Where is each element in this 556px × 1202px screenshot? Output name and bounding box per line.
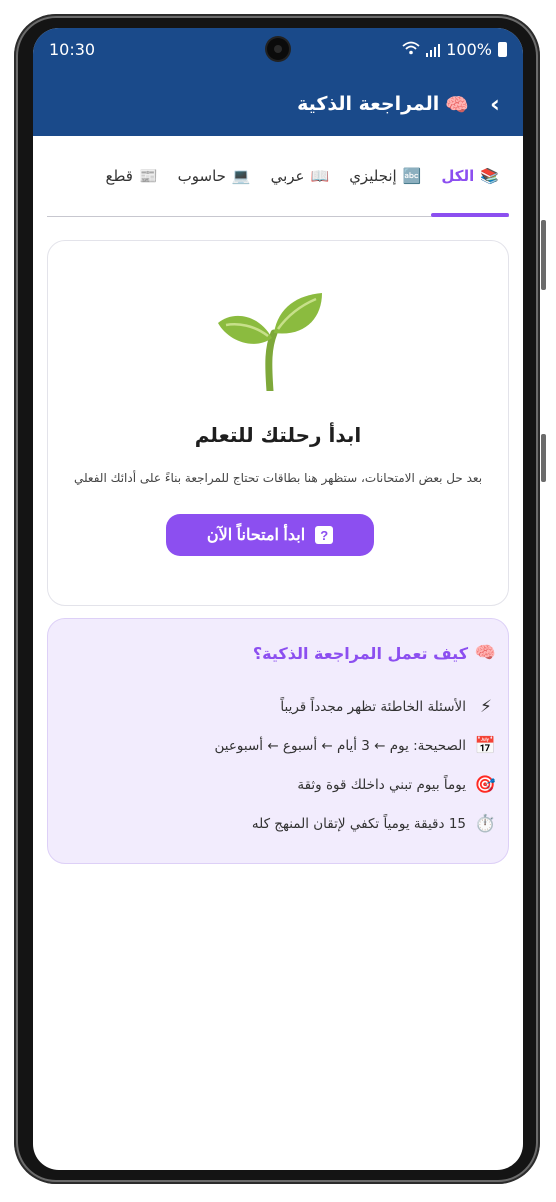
start-exam-button[interactable]: ? ابدأ امتحاناً الآن [166,514,374,556]
list-item-text: يوماً بيوم تبني داخلك قوة وثقة [297,776,466,793]
calendar-icon: 📅 [474,735,496,756]
page-title-text: المراجعة الذكية [297,93,440,115]
title-bar: › 🧠 المراجعة الذكية [33,84,523,124]
list-item-text: الصحيحة: يوم ← 3 أيام ← أسبوع ← أسبوعين [214,737,466,754]
abc-icon: 🔤 [402,167,422,185]
books-icon: 📚 [480,167,499,185]
tab-arabic-label: عربي [270,167,305,185]
empty-state-heading: ابدأ رحلتك للتعلم [194,423,362,447]
list-item: ⚡ الأسئلة الخاطئة تظهر مجدداً قريباً [60,687,496,726]
front-camera [267,38,289,60]
app-bar: 10:30 100% › 🧠 المراجعة الذكية [33,28,523,136]
battery-icon [498,42,507,57]
status-icons: 100% [402,40,507,59]
status-time: 10:30 [49,40,96,59]
lightning-icon: ⚡ [480,696,492,717]
how-it-works-list: ⚡ الأسئلة الخاطئة تظهر مجدداً قريباً 📅 ا… [60,687,496,843]
tab-computer[interactable]: 💻 حاسوب [168,136,261,216]
battery-percent: 100% [446,40,492,59]
volume-button [541,220,546,290]
newspaper-icon: 📰 [138,167,158,185]
page-title: 🧠 المراجعة الذكية [297,93,469,116]
tab-english-label: إنجليزي [349,167,397,185]
brain-icon: 🧠 [474,643,496,663]
list-item-text: الأسئلة الخاطئة تظهر مجدداً قريباً [280,698,466,715]
wifi-icon [402,41,420,59]
chevron-right-icon[interactable]: › [483,90,507,118]
how-it-works-title-text: كيف تعمل المراجعة الذكية؟ [252,643,468,663]
screen: 10:30 100% › 🧠 المراجعة الذكية 📚 الكل 🔤 … [33,28,523,1170]
how-it-works-title: 🧠 كيف تعمل المراجعة الذكية؟ [60,643,496,663]
how-it-works-card: 🧠 كيف تعمل المراجعة الذكية؟ ⚡ الأسئلة ال… [47,618,509,864]
stopwatch-icon: ⏱️ [474,813,496,834]
brain-icon: 🧠 [445,93,469,116]
list-item: 🎯 يوماً بيوم تبني داخلك قوة وثقة [60,765,496,804]
list-item: 📅 الصحيحة: يوم ← 3 أيام ← أسبوع ← أسبوعي… [60,726,496,765]
question-icon: ? [315,526,334,544]
target-icon: 🎯 [474,774,496,795]
tab-english[interactable]: 🔤 إنجليزي [339,136,431,216]
sprout-icon [218,293,322,391]
tab-arabic[interactable]: 📖 عربي [261,136,340,216]
open-book-icon: 📖 [310,167,330,185]
list-item-text: 15 دقيقة يومياً تكفي لإتقان المنهج كله [251,815,466,832]
empty-state-card: ابدأ رحلتك للتعلم بعد حل بعض الامتحانات،… [47,240,509,606]
tab-passages-label: قطع [105,167,133,185]
tab-passages[interactable]: 📰 قطع [95,136,167,216]
power-button [541,434,546,482]
tab-all[interactable]: 📚 الكل [431,136,509,217]
empty-state-description: بعد حل بعض الامتحانات، ستظهر هنا بطاقات … [73,471,483,485]
category-tabs: 📚 الكل 🔤 إنجليزي 📖 عربي 💻 حاسوب 📰 قطع [47,136,509,217]
tab-computer-label: حاسوب [177,167,226,185]
start-exam-label: ابدأ امتحاناً الآن [206,527,306,544]
tab-all-label: الكل [441,167,475,185]
list-item: ⏱️ 15 دقيقة يومياً تكفي لإتقان المنهج كل… [60,804,496,843]
signal-icon [426,43,441,57]
laptop-icon: 💻 [231,167,251,185]
